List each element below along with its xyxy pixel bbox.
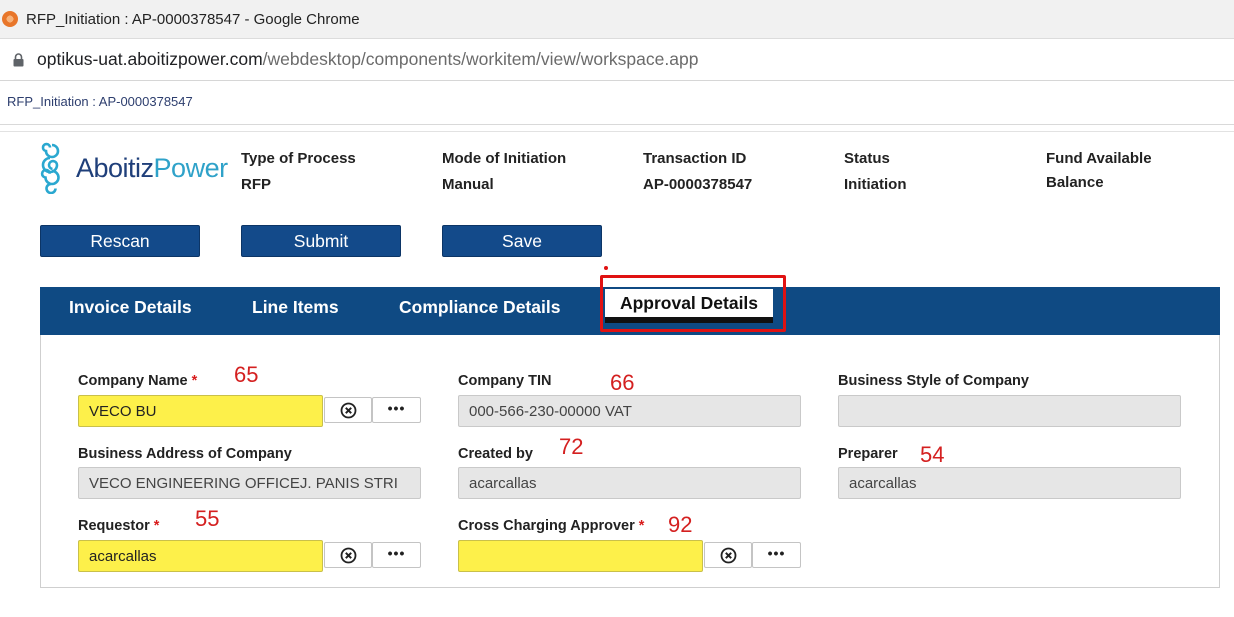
clear-button[interactable] (704, 542, 752, 568)
requestor-label: Requestor * (78, 518, 160, 534)
business-address-field: VECO ENGINEERING OFFICEJ. PANIS STRI (78, 467, 421, 499)
tab-line-items[interactable]: Line Items (252, 287, 339, 327)
window-title: RFP_Initiation : AP-0000378547 - Google … (26, 10, 360, 28)
company-tin-field: 000-566-230-00000 VAT (458, 395, 801, 427)
cross-charging-approver-label: Cross Charging Approver * (458, 518, 645, 534)
annotation-number: 66 (610, 370, 635, 395)
created-by-field: acarcallas (458, 467, 801, 499)
breadcrumb: RFP_Initiation : AP-0000378547 (7, 94, 193, 109)
clear-button[interactable] (324, 397, 372, 423)
requestor-field[interactable]: acarcallas (78, 540, 323, 572)
status: Status Initiation (844, 150, 907, 193)
browser-titlebar: RFP_Initiation : AP-0000378547 - Google … (0, 0, 1234, 39)
ellipsis-icon: ••• (767, 545, 786, 561)
tab-approval-details[interactable]: Approval Details (605, 289, 773, 323)
created-by-label: Created by (458, 446, 533, 462)
annotation-number: 72 (559, 434, 584, 459)
annotation-dot (604, 266, 608, 270)
tab-compliance-details[interactable]: Compliance Details (399, 287, 560, 327)
logo-wordmark: AboitizPower (76, 152, 228, 183)
company-tin-label: Company TIN (458, 373, 552, 389)
submit-button[interactable]: Submit (241, 225, 401, 257)
transaction-id: Transaction ID AP-0000378547 (643, 150, 753, 193)
type-of-process: Type of Process RFP (241, 150, 356, 193)
business-style-label: Business Style of Company (838, 373, 1029, 389)
company-name-label: Company Name * (78, 373, 198, 389)
annotation-number: 54 (920, 442, 945, 467)
business-address-label: Business Address of Company (78, 446, 292, 462)
fund-available-balance: Fund Available Balance (1046, 150, 1152, 191)
annotation-number: 92 (668, 512, 693, 537)
cross-charging-approver-field[interactable] (458, 540, 703, 572)
clear-circle-icon (720, 547, 736, 563)
lookup-button[interactable]: ••• (372, 542, 421, 568)
annotation-number: 55 (195, 506, 220, 531)
tab-invoice-details[interactable]: Invoice Details (69, 287, 192, 327)
url-path: /webdesktop/components/workitem/view/wor… (262, 49, 699, 69)
site-favicon-icon (2, 11, 18, 27)
ellipsis-icon: ••• (387, 545, 406, 561)
preparer-field: acarcallas (838, 467, 1181, 499)
url-host: optikus-uat.aboitizpower.com (37, 49, 263, 69)
annotation-number: 65 (234, 362, 259, 387)
lock-icon (10, 52, 26, 67)
save-button[interactable]: Save (442, 225, 602, 257)
divider (0, 124, 1234, 125)
preparer-label: Preparer (838, 446, 898, 462)
business-style-field (838, 395, 1181, 427)
lookup-button[interactable]: ••• (372, 397, 421, 423)
lookup-button[interactable]: ••• (752, 542, 801, 568)
clear-button[interactable] (324, 542, 372, 568)
clear-circle-icon (340, 547, 356, 563)
address-bar[interactable]: optikus-uat.aboitizpower.com/webdesktop/… (0, 39, 1234, 81)
ellipsis-icon: ••• (387, 400, 406, 416)
company-logo: AboitizPower (38, 142, 228, 194)
logo-swirl-icon (40, 142, 60, 194)
rescan-button[interactable]: Rescan (40, 225, 200, 257)
company-name-field[interactable]: VECO BU (78, 395, 323, 427)
mode-of-initiation: Mode of Initiation Manual (442, 150, 567, 193)
clear-circle-icon (340, 402, 356, 418)
divider (0, 131, 1234, 132)
